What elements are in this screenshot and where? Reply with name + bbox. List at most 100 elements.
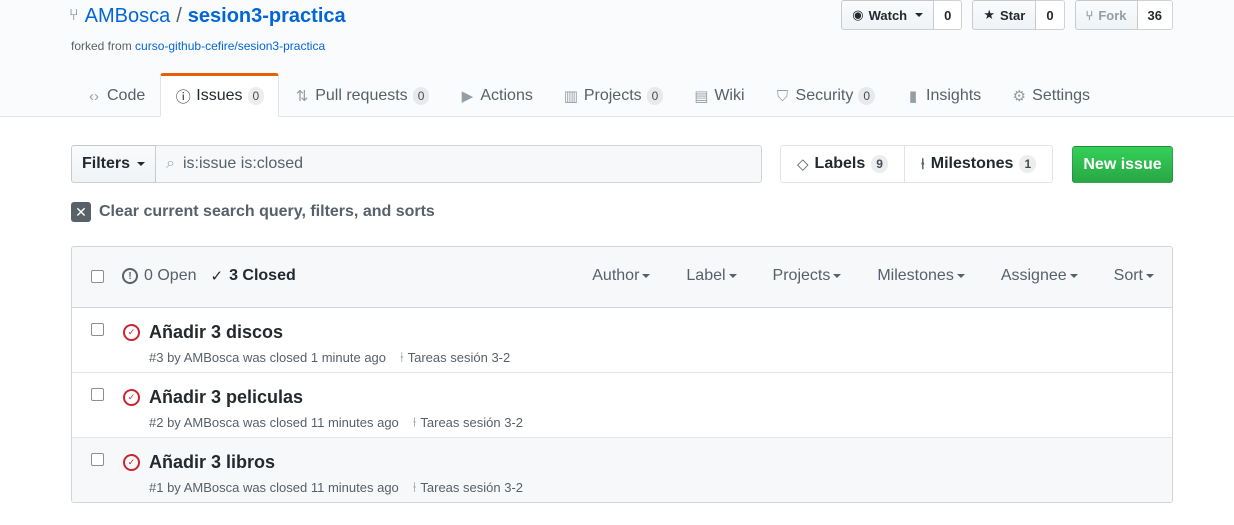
star-count[interactable]: 0 [1036,0,1065,30]
milestones-label: Milestones [930,155,1014,172]
project-icon: ▥ [563,88,578,105]
star-button[interactable]: ★ Star [972,0,1037,30]
tab-insights-label: Insights [926,87,982,104]
fork-group: ⑂ Fork 36 [1074,0,1173,30]
milestones-link[interactable]: ⍿ Milestones 1 [904,145,1054,183]
repo-actions: ◉ Watch 0 ★ Star 0 ⑂ Fork 36 [841,0,1173,30]
gear-icon: ⚙ [1012,88,1026,105]
tab-code-label: Code [107,87,146,104]
repo-tabs: ‹› Code ⓘ Issues 0 ⇅ Pull requests 0 ▶ A… [71,73,1105,117]
issue-checkbox[interactable] [91,453,104,466]
tab-projects[interactable]: ▥ Projects 0 [548,73,678,117]
tab-security[interactable]: ⛉ Security 0 [760,73,890,117]
assignee-menu[interactable]: Assignee [1001,267,1078,285]
close-icon: ✕ [71,202,91,222]
shield-icon: ⛉ [776,87,789,105]
tab-settings[interactable]: ⚙ Settings [996,73,1105,117]
tab-insights[interactable]: ▮ Insights [890,73,996,117]
tab-security-counter: 0 [858,87,876,105]
labels-label: Labels [814,155,866,172]
eye-icon: ◉ [852,7,864,22]
tab-actions[interactable]: ▶ Actions [444,73,547,117]
tab-pull-requests-counter: 0 [412,87,430,105]
tab-pull-requests-label: Pull requests [315,87,408,104]
issue-row: ✓ Añadir 3 discos #3 by AMBosca was clos… [72,308,1172,373]
fork-icon: ⑂ [1085,7,1094,23]
issue-meta: #2 by AMBosca was closed 11 minutes ago … [149,414,523,431]
repo-forked-icon: ⑂ [69,7,79,24]
issue-row: ✓ Añadir 3 peliculas #2 by AMBosca was c… [72,373,1172,438]
milestones-counter: 1 [1019,155,1037,173]
chevron-down-icon [956,274,965,278]
tab-pull-requests[interactable]: ⇅ Pull requests 0 [279,73,444,117]
issues-list-header: ! 0 Open ✓ 3 Closed Author Label Project… [72,247,1172,308]
issue-checkbox[interactable] [91,323,104,336]
star-icon: ★ [983,7,996,22]
issue-checkbox[interactable] [91,388,104,401]
label-menu[interactable]: Label [686,267,737,285]
new-issue-button[interactable]: New issue [1072,146,1173,183]
chevron-down-icon [915,13,924,17]
fork-button[interactable]: ⑂ Fork [1074,0,1138,30]
issue-meta-text: #1 by AMBosca was closed 11 minutes ago [149,480,399,495]
milestone-icon: ⍿ [400,349,404,365]
closed-issues-link[interactable]: ✓ 3 Closed [210,267,295,285]
labels-link[interactable]: ◇ Labels 9 [780,145,905,183]
sort-menu[interactable]: Sort [1114,267,1154,285]
graph-icon: ▮ [908,88,918,105]
watch-count[interactable]: 0 [934,0,963,30]
chevron-down-icon [833,274,842,278]
issue-meta: #3 by AMBosca was closed 1 minute ago ⍿ … [149,349,510,366]
closed-issues-label: 3 Closed [229,267,296,284]
repo-title-separator: / [176,5,182,27]
chevron-down-icon [1146,274,1154,278]
author-menu[interactable]: Author [592,267,651,285]
milestones-menu[interactable]: Milestones [877,267,965,285]
watch-group: ◉ Watch 0 [841,0,963,30]
projects-menu[interactable]: Projects [773,267,842,285]
tab-code[interactable]: ‹› Code [71,73,160,117]
watch-button[interactable]: ◉ Watch [841,0,935,30]
tab-issues[interactable]: ⓘ Issues 0 [160,73,280,117]
chevron-down-icon [1069,274,1078,278]
tab-wiki[interactable]: ▤ Wiki [678,73,759,117]
fork-count[interactable]: 36 [1137,0,1173,30]
issue-search: ⌕ [156,145,762,183]
projects-menu-label: Projects [772,267,831,284]
select-all-checkbox[interactable] [91,270,104,283]
tab-projects-label: Projects [583,87,642,104]
sort-menu-label: Sort [1113,267,1143,284]
issue-milestone-link[interactable]: ⍿ Tareas sesión 3-2 [413,414,523,431]
chevron-down-icon [728,274,737,278]
forked-from-link[interactable]: curso-github-cefire/sesion3-practica [135,39,325,53]
issues-list: ! 0 Open ✓ 3 Closed Author Label Project… [71,246,1173,503]
repo-name-link[interactable]: sesion3-practica [188,3,346,29]
fork-label: Fork [1098,7,1127,23]
issue-title-link[interactable]: Añadir 3 peliculas [149,387,303,408]
issue-meta: #1 by AMBosca was closed 11 minutes ago … [149,479,523,496]
clear-query-link[interactable]: ✕ Clear current search query, filters, a… [71,202,435,222]
author-menu-label: Author [592,267,640,284]
issue-search-input[interactable] [182,155,743,173]
issue-row: ✓ Añadir 3 libros #1 by AMBosca was clos… [72,438,1172,502]
issue-milestone-link[interactable]: ⍿ Tareas sesión 3-2 [413,479,523,496]
issue-closed-icon: ✓ [123,324,140,341]
repo-owner-link[interactable]: AMBosca [85,3,171,29]
search-icon: ⌕ [166,155,175,172]
issue-title-link[interactable]: Añadir 3 libros [149,452,275,473]
filters-dropdown-button[interactable]: Filters [71,145,156,183]
repo-header: ⑂ AMBosca / sesion3-practica forked from… [0,0,1234,117]
tab-issues-counter: 0 [247,87,265,105]
issue-meta-text: #2 by AMBosca was closed 11 minutes ago [149,415,399,430]
open-issues-link[interactable]: ! 0 Open [122,267,196,285]
milestone-icon: ⍿ [412,414,417,430]
issue-opened-icon: ⓘ [175,88,191,106]
issue-milestone-link[interactable]: ⍿ Tareas sesión 3-2 [400,349,510,366]
issue-title-link[interactable]: Añadir 3 discos [149,322,283,343]
issue-filter-menus: Author Label Projects Milestones Assigne… [592,267,1154,285]
tab-wiki-label: Wiki [714,87,745,104]
issue-closed-icon: ✓ [123,454,140,471]
milestone-icon: ⍿ [920,155,925,173]
assignee-menu-label: Assignee [1000,267,1067,284]
milestones-menu-label: Milestones [877,267,954,284]
